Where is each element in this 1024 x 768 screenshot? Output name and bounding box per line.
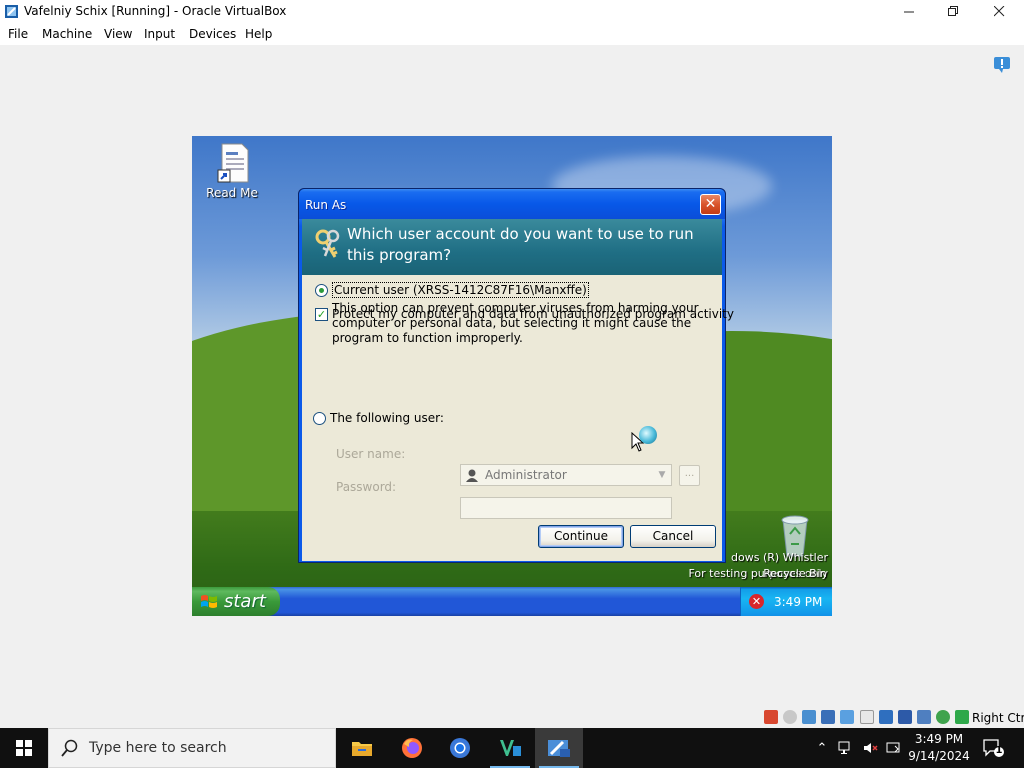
- dialog-question: Which user account do you want to use to…: [347, 225, 694, 264]
- menu-file[interactable]: File: [8, 27, 28, 41]
- host-date: 9/14/2024: [908, 749, 970, 763]
- restore-icon: [947, 6, 958, 16]
- visual-studio-code-icon: [500, 740, 521, 756]
- dialog-close-button[interactable]: ✕: [700, 194, 721, 215]
- menu-machine[interactable]: Machine: [42, 27, 92, 41]
- display-icon[interactable]: [879, 710, 893, 724]
- user-icon: [466, 469, 478, 482]
- vbox-titlebar: Vafelniy Schix [Running] - Oracle Virtua…: [0, 0, 1024, 23]
- guest-taskbar: start ✕ 3:49 PM: [192, 587, 832, 616]
- audio-icon[interactable]: [802, 710, 816, 724]
- notification-count: 1: [995, 745, 1003, 756]
- menu-help[interactable]: Help: [245, 27, 272, 41]
- usb-icon[interactable]: [840, 710, 854, 724]
- cpu-icon[interactable]: [917, 710, 931, 724]
- taskbar-chrome[interactable]: [436, 728, 484, 768]
- taskbar-firefox[interactable]: [388, 728, 436, 768]
- firefox-icon: [402, 738, 422, 758]
- network-wired-icon[interactable]: [838, 740, 854, 756]
- minimize-button[interactable]: [886, 0, 932, 23]
- guest-system-tray: ✕ 3:49 PM: [740, 587, 832, 616]
- menu-devices[interactable]: Devices: [189, 27, 236, 41]
- virtualbox-app-icon: [5, 5, 18, 18]
- host-key-label: Right Ctrl: [972, 711, 1024, 725]
- guest-clock: 3:49 PM: [774, 594, 823, 609]
- taskbar-virtualbox-vm[interactable]: [535, 728, 583, 768]
- optical-drive-icon[interactable]: [783, 710, 797, 724]
- mouse-integration-icon[interactable]: [936, 710, 950, 724]
- windows-start-button[interactable]: [0, 728, 48, 768]
- menu-input[interactable]: Input: [144, 27, 175, 41]
- run-as-dialog: Run As ✕ Which user account do you want …: [298, 188, 734, 563]
- following-user-label: The following user:: [330, 411, 444, 425]
- security-alert-icon[interactable]: ✕: [749, 594, 764, 609]
- vbox-statusbar: Right Ctrl: [0, 707, 1024, 728]
- current-user-radio[interactable]: [315, 283, 328, 297]
- search-icon: [61, 739, 78, 757]
- search-placeholder: Type here to search: [89, 740, 227, 756]
- notification-center-icon[interactable]: [993, 56, 1011, 74]
- host-clock[interactable]: 3:49 PM 9/14/2024: [906, 731, 972, 765]
- virtualbox-icon: [548, 740, 570, 757]
- current-user-option[interactable]: Current user (XRSS-1412C87F16\Manxffe): [315, 282, 589, 298]
- window-title: Vafelniy Schix [Running] - Oracle Virtua…: [24, 4, 287, 18]
- volume-muted-icon[interactable]: [862, 740, 878, 756]
- display-sync-icon[interactable]: [886, 740, 902, 756]
- recycle-bin-label: Recycle Bin: [763, 567, 827, 580]
- current-user-label: Current user (XRSS-1412C87F16\Manxffe): [332, 282, 589, 298]
- cancel-button[interactable]: Cancel: [630, 525, 716, 548]
- username-combobox: Administrator ▼: [460, 464, 672, 486]
- document-shortcut-icon: [217, 143, 249, 183]
- network-icon[interactable]: [821, 710, 835, 724]
- desktop-icon-read-me[interactable]: Read Me: [200, 142, 264, 200]
- minimize-icon: [903, 11, 914, 13]
- host-time: 3:49 PM: [914, 732, 964, 746]
- username-label: User name:: [336, 447, 406, 461]
- keys-icon: [315, 229, 340, 258]
- dialog-titlebar[interactable]: Run As ✕: [299, 189, 725, 219]
- taskbar-search-box[interactable]: Type here to search: [48, 728, 336, 768]
- close-icon: [993, 6, 1004, 17]
- following-user-option[interactable]: The following user:: [313, 411, 444, 425]
- chevron-down-icon: ▼: [658, 470, 666, 480]
- following-user-radio[interactable]: [313, 411, 326, 425]
- maximize-button[interactable]: [930, 0, 976, 23]
- chrome-icon: [450, 738, 470, 758]
- taskbar-file-explorer[interactable]: [338, 728, 386, 768]
- dialog-body: Which user account do you want to use to…: [302, 219, 734, 561]
- username-value: Administrator: [485, 468, 567, 482]
- build-watermark-line1: dows (R) Whistler: [731, 551, 828, 564]
- hard-disk-icon[interactable]: [764, 710, 778, 724]
- taskbar-vscode[interactable]: [486, 728, 534, 768]
- password-field: [460, 497, 672, 519]
- windows-logo-icon: [16, 740, 32, 756]
- host-taskbar: Type here to search ⌃ 3:49 PM 9/14/2024 …: [0, 728, 1024, 768]
- dialog-header: Which user account do you want to use to…: [302, 219, 722, 275]
- continue-button[interactable]: Continue: [538, 525, 624, 548]
- windows-flag-icon: [201, 594, 217, 608]
- file-explorer-icon: [352, 742, 372, 756]
- password-label: Password:: [336, 480, 397, 494]
- close-window-button[interactable]: [976, 0, 1022, 23]
- close-icon: ✕: [704, 196, 717, 212]
- start-label: start: [224, 591, 266, 612]
- menu-view[interactable]: View: [104, 27, 132, 41]
- recording-icon[interactable]: [898, 710, 912, 724]
- vbox-menubar: File Machine View Input Devices Help: [0, 23, 1024, 45]
- shared-folders-icon[interactable]: [860, 710, 874, 724]
- protect-checkbox[interactable]: ✓: [315, 307, 328, 321]
- desktop-icon-label: Read Me: [206, 186, 258, 200]
- dialog-title: Run As: [305, 198, 347, 212]
- chevron-up-icon[interactable]: ⌃: [814, 740, 830, 756]
- keyboard-capture-icon[interactable]: [955, 710, 969, 724]
- start-button[interactable]: start: [192, 587, 280, 616]
- action-center-button[interactable]: 1: [982, 738, 1004, 758]
- busy-indicator-icon: [639, 426, 657, 444]
- browse-users-button: ...: [679, 465, 700, 486]
- protect-description: This option can prevent computer viruses…: [332, 301, 699, 345]
